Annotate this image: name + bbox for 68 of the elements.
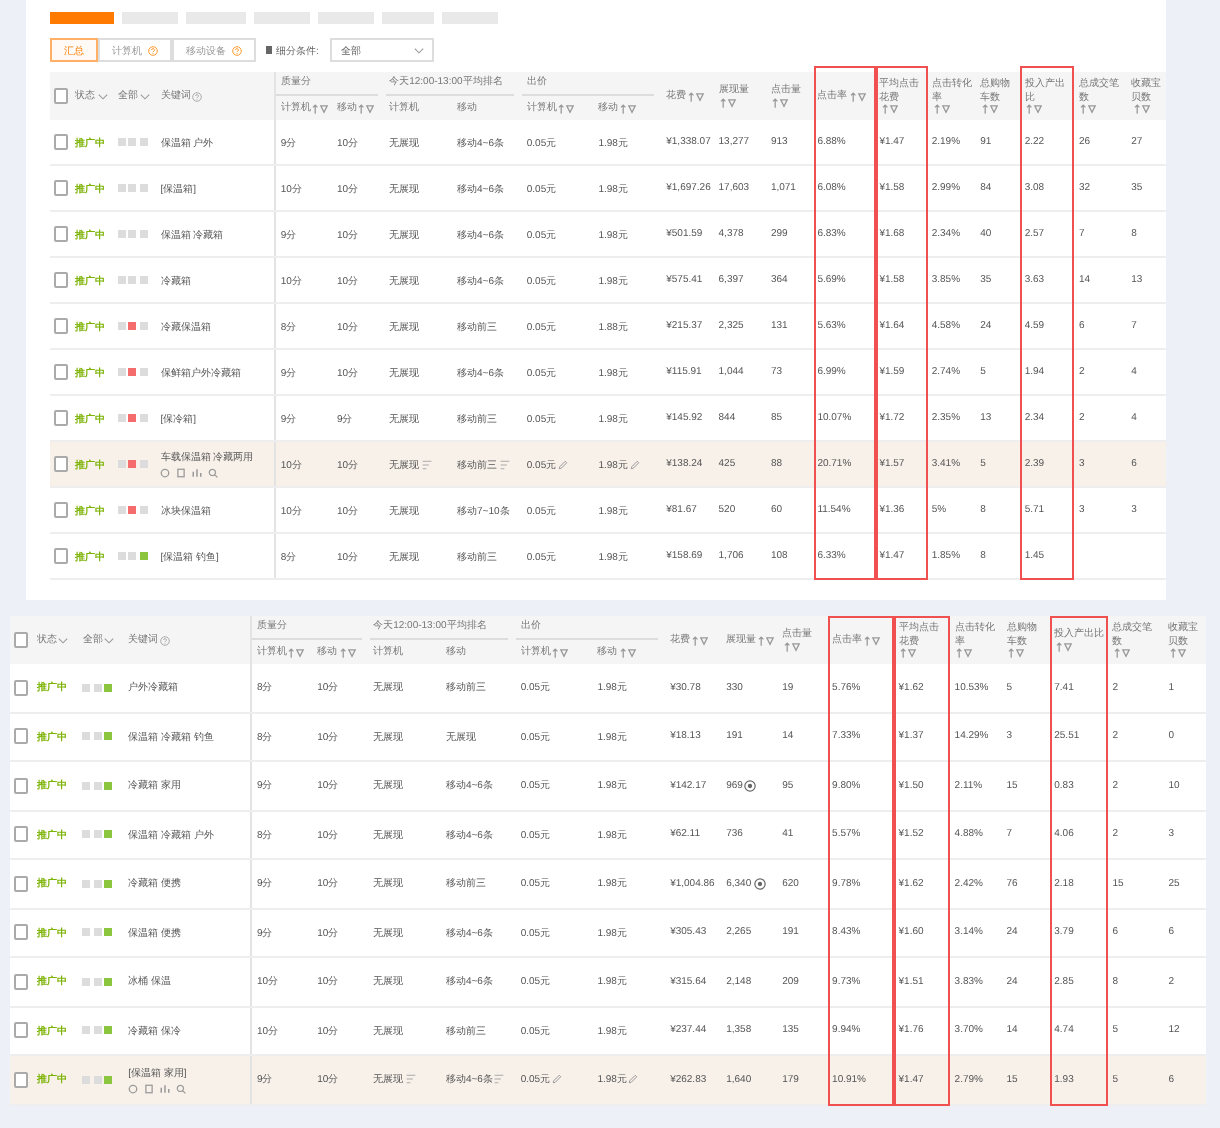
checkbox[interactable] (54, 134, 68, 150)
caret-icon[interactable] (97, 93, 108, 99)
sort-icon[interactable] (1170, 648, 1187, 659)
checkbox[interactable] (14, 1022, 29, 1039)
sort-icon[interactable] (1008, 648, 1025, 659)
sort-icon[interactable] (956, 648, 973, 659)
caret-icon[interactable] (104, 637, 115, 643)
caret-icon[interactable] (414, 47, 425, 53)
checkbox[interactable] (14, 875, 29, 892)
circle-icon[interactable] (744, 779, 757, 792)
sort-icon[interactable] (849, 91, 866, 101)
checkbox[interactable] (14, 632, 29, 648)
help-icon[interactable] (160, 635, 171, 645)
checkbox[interactable] (54, 180, 68, 196)
checkbox[interactable] (54, 318, 68, 334)
checkbox[interactable] (54, 272, 68, 288)
sort-icon[interactable] (619, 647, 636, 657)
sort-icon[interactable] (1056, 641, 1073, 652)
sort-icon[interactable] (288, 647, 305, 657)
help-icon[interactable] (232, 45, 242, 55)
sort-icon[interactable] (933, 104, 950, 115)
sort-icon[interactable] (784, 641, 801, 652)
pencil-icon[interactable] (628, 1074, 639, 1085)
sort-icon[interactable] (1026, 104, 1043, 115)
pencil-icon[interactable] (558, 459, 569, 469)
caret-icon[interactable] (139, 93, 150, 99)
help-icon[interactable] (148, 45, 158, 55)
checkbox[interactable] (14, 1071, 29, 1088)
checkbox[interactable] (54, 456, 68, 472)
caret-icon[interactable] (58, 637, 69, 643)
checkbox[interactable] (14, 679, 29, 696)
sort-icon[interactable] (620, 103, 637, 113)
checkbox[interactable] (54, 364, 68, 380)
sort-icon[interactable] (1114, 648, 1131, 659)
checkbox[interactable] (14, 826, 29, 843)
checkbox[interactable] (54, 502, 68, 518)
sort-icon[interactable] (864, 635, 881, 645)
checkbox[interactable] (54, 88, 68, 104)
sort-icon[interactable] (552, 647, 569, 657)
checkbox[interactable] (54, 548, 68, 564)
checkbox[interactable] (54, 410, 68, 426)
chart-icon[interactable] (160, 1083, 171, 1094)
sort-icon[interactable] (772, 97, 789, 108)
chart-icon[interactable] (192, 468, 203, 478)
sort-icon[interactable] (339, 647, 356, 657)
search-icon[interactable] (208, 468, 219, 478)
pencil-icon[interactable] (552, 1074, 563, 1085)
help-icon[interactable] (192, 91, 203, 101)
sort-icon[interactable] (358, 103, 375, 113)
sort-icon[interactable] (982, 104, 999, 115)
checkbox[interactable] (54, 226, 68, 242)
sort-icon[interactable] (1080, 104, 1097, 115)
sort-icon[interactable] (312, 103, 329, 113)
sort-icon[interactable] (900, 648, 917, 659)
sort-icon[interactable] (692, 635, 709, 645)
pencil-icon[interactable] (629, 459, 640, 469)
sort-icon[interactable] (720, 97, 737, 108)
circle-icon[interactable] (753, 877, 766, 890)
sort-icon[interactable] (558, 103, 575, 113)
search-icon[interactable] (176, 1083, 187, 1094)
sort-icon[interactable] (1133, 104, 1150, 115)
sort-icon[interactable] (881, 104, 898, 115)
checkbox[interactable] (14, 777, 29, 794)
checkbox[interactable] (14, 924, 29, 941)
sort-icon[interactable] (758, 635, 775, 645)
checkbox[interactable] (14, 728, 29, 745)
checkbox[interactable] (14, 973, 29, 990)
sort-icon[interactable] (688, 91, 705, 101)
